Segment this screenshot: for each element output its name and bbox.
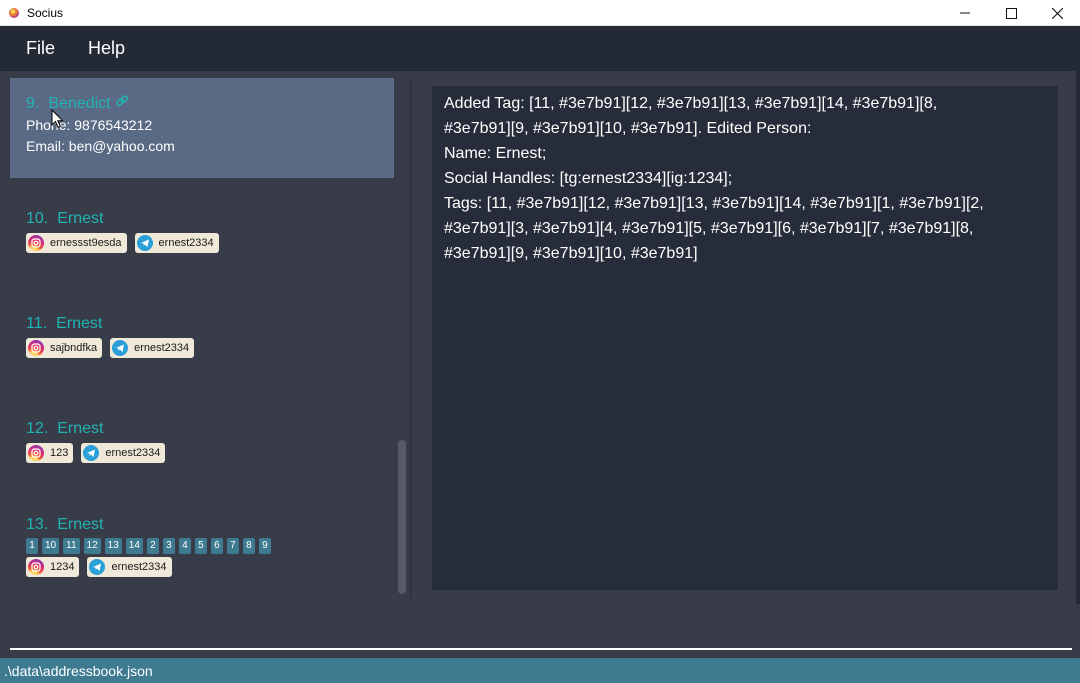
instagram-handle: 1234 bbox=[26, 557, 80, 577]
status-bar: .\data\addressbook.json bbox=[0, 658, 1080, 683]
person-card[interactable]: 12. Ernest 123 ernest2334 bbox=[10, 418, 394, 463]
telegram-handle: ernest2334 bbox=[110, 338, 195, 358]
handle-value: sajbndfka bbox=[50, 342, 98, 354]
person-title: 9. Benedict bbox=[26, 93, 394, 115]
instagram-handle: 123 bbox=[26, 443, 74, 463]
person-index: 11. bbox=[26, 315, 48, 332]
result-text: Added Tag: [11, #3e7b91][12, #3e7b91][13… bbox=[444, 95, 984, 262]
person-name: Ernest bbox=[57, 210, 104, 227]
telegram-icon bbox=[112, 340, 129, 356]
tag: 3 bbox=[162, 538, 175, 554]
person-card[interactable]: 13. Ernest 1 10 11 12 13 14 2 3 4 5 6 7 … bbox=[10, 514, 394, 577]
handle-value: ernest2334 bbox=[134, 342, 190, 354]
tag: 6 bbox=[210, 538, 223, 554]
person-index: 12. bbox=[26, 420, 49, 437]
minimize-button[interactable] bbox=[942, 0, 988, 26]
person-list[interactable]: 9. Benedict Phone: 9876543212 Email: ben… bbox=[10, 78, 394, 598]
telegram-icon bbox=[136, 235, 153, 251]
social-handles: sajbndfka ernest2334 bbox=[26, 338, 394, 358]
telegram-handle: ernest2334 bbox=[87, 557, 172, 577]
instagram-icon bbox=[28, 445, 44, 461]
tag: 10 bbox=[42, 538, 60, 554]
tag: 7 bbox=[226, 538, 239, 554]
menu-bar: File Help bbox=[0, 26, 1080, 71]
telegram-handle: ernest2334 bbox=[134, 233, 219, 253]
person-email: Email: ben@yahoo.com bbox=[26, 138, 175, 154]
instagram-icon bbox=[28, 235, 44, 251]
tag: 12 bbox=[83, 538, 101, 554]
tag: 8 bbox=[242, 538, 255, 554]
person-phone: Phone: 9876543212 bbox=[26, 117, 153, 133]
social-handles: ernessst9esda ernest2334 bbox=[26, 233, 394, 253]
telegram-icon bbox=[83, 445, 100, 461]
handle-value: ernest2334 bbox=[111, 561, 167, 573]
app-icon bbox=[9, 7, 19, 18]
tag: 11 bbox=[63, 538, 80, 554]
handle-value: ernest2334 bbox=[105, 447, 161, 459]
close-icon bbox=[1051, 7, 1063, 19]
social-handles: 123 ernest2334 bbox=[26, 443, 394, 463]
person-name: Ernest bbox=[57, 420, 104, 437]
instagram-handle: sajbndfka bbox=[26, 338, 103, 358]
title-bar: Socius bbox=[0, 0, 1080, 26]
tag: 13 bbox=[104, 538, 122, 554]
maximize-icon bbox=[1005, 7, 1017, 19]
maximize-button[interactable] bbox=[988, 0, 1034, 26]
tag: 4 bbox=[178, 538, 191, 554]
menu-help[interactable]: Help bbox=[72, 38, 142, 59]
window-controls bbox=[942, 0, 1080, 26]
split-divider[interactable] bbox=[410, 78, 412, 598]
handle-value: 1234 bbox=[50, 561, 75, 573]
tag: 9 bbox=[258, 538, 271, 554]
command-input[interactable] bbox=[10, 612, 1072, 650]
link-icon[interactable] bbox=[115, 93, 129, 115]
status-file-path: .\data\addressbook.json bbox=[4, 662, 153, 679]
mouse-cursor-icon bbox=[51, 109, 64, 129]
tag-list: 1 10 11 12 13 14 2 3 4 5 6 7 8 9 bbox=[26, 538, 394, 554]
instagram-icon bbox=[28, 340, 44, 356]
person-index: 10. bbox=[26, 210, 49, 227]
menu-file[interactable]: File bbox=[0, 38, 72, 59]
person-index: 9. bbox=[26, 95, 40, 112]
result-display[interactable]: Added Tag: [11, #3e7b91][12, #3e7b91][13… bbox=[432, 86, 1058, 590]
social-handles: 1234 ernest2334 bbox=[26, 557, 394, 577]
tag: 2 bbox=[146, 538, 159, 554]
command-area bbox=[0, 604, 1080, 656]
close-button[interactable] bbox=[1034, 0, 1080, 26]
person-name: Ernest bbox=[56, 315, 103, 332]
window-title: Socius bbox=[27, 5, 64, 20]
instagram-icon bbox=[28, 559, 44, 575]
tag: 5 bbox=[194, 538, 207, 554]
list-scrollbar-thumb[interactable] bbox=[398, 440, 406, 594]
person-title: 11. Ernest bbox=[26, 313, 394, 335]
tag: 1 bbox=[26, 538, 38, 554]
person-card[interactable]: 11. Ernest sajbndfka ernest2334 bbox=[10, 313, 394, 358]
person-index: 13. bbox=[26, 516, 49, 533]
person-title: 12. Ernest bbox=[26, 418, 394, 440]
tag: 14 bbox=[125, 538, 143, 554]
handle-value: ernest2334 bbox=[158, 237, 214, 249]
handle-value: 123 bbox=[50, 447, 69, 459]
instagram-handle: ernessst9esda bbox=[26, 233, 127, 253]
person-title: 10. Ernest bbox=[26, 208, 394, 230]
person-card[interactable]: 10. Ernest ernessst9esda ernest2334 bbox=[10, 208, 394, 253]
minimize-icon bbox=[960, 12, 970, 14]
handle-value: ernessst9esda bbox=[50, 237, 122, 249]
person-title: 13. Ernest bbox=[26, 514, 394, 536]
telegram-handle: ernest2334 bbox=[81, 443, 166, 463]
telegram-icon bbox=[89, 559, 106, 575]
person-name: Ernest bbox=[57, 516, 104, 533]
window-edge bbox=[1076, 26, 1080, 656]
person-card[interactable]: 9. Benedict Phone: 9876543212 Email: ben… bbox=[10, 78, 394, 178]
